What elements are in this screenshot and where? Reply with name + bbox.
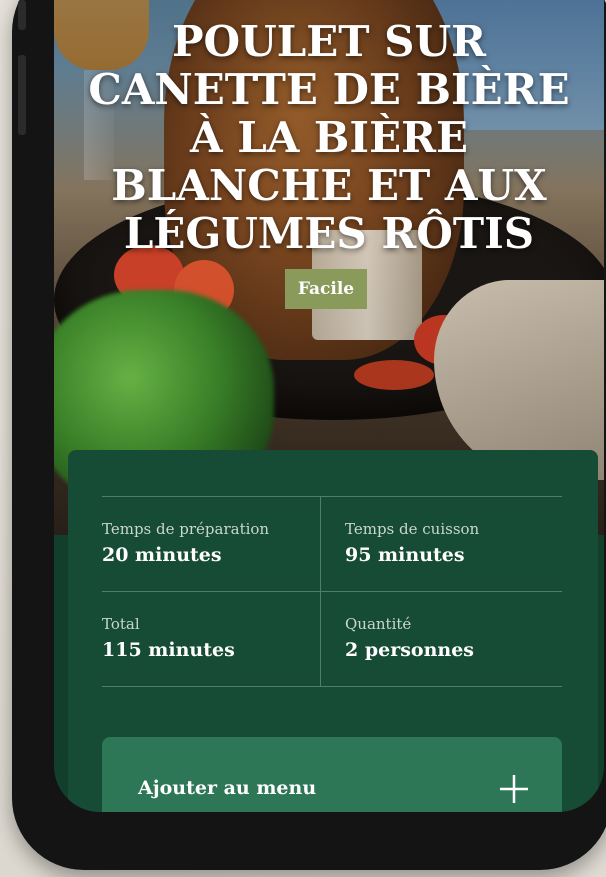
recipe-title: POULET SUR CANETTE DE BIÈRE À LA BIÈRE B…: [88, 17, 570, 258]
divider: [320, 496, 321, 686]
recipe-info-card: Temps de préparation 20 minutes Temps de…: [68, 450, 598, 812]
difficulty-badge: Facile: [285, 269, 367, 309]
prep-time: Temps de préparation 20 minutes: [102, 520, 312, 566]
cook-time-value: 95 minutes: [345, 544, 465, 566]
total-time-label: Total: [102, 615, 140, 633]
phone-screen: POULET SUR CANETTE DE BIÈRE À LA BIÈRE B…: [54, 0, 604, 812]
add-to-menu-button[interactable]: Ajouter au menu: [102, 737, 562, 812]
plus-icon: [500, 775, 528, 803]
divider: [102, 686, 562, 687]
cook-time: Temps de cuisson 95 minutes: [345, 520, 555, 566]
cook-time-label: Temps de cuisson: [345, 520, 480, 538]
phone-volume-button: [18, 55, 26, 135]
total-time-value: 115 minutes: [102, 639, 235, 661]
phone-side-button: [18, 0, 26, 30]
divider: [102, 496, 562, 497]
divider: [102, 591, 562, 592]
prep-time-label: Temps de préparation: [102, 520, 270, 538]
phone-frame: POULET SUR CANETTE DE BIÈRE À LA BIÈRE B…: [12, 0, 606, 870]
quantity: Quantité 2 personnes: [345, 615, 555, 661]
total-time: Total 115 minutes: [102, 615, 312, 661]
quantity-value: 2 personnes: [345, 639, 475, 661]
prep-time-value: 20 minutes: [102, 544, 222, 566]
quantity-label: Quantité: [345, 615, 412, 633]
add-to-menu-label: Ajouter au menu: [138, 777, 317, 799]
